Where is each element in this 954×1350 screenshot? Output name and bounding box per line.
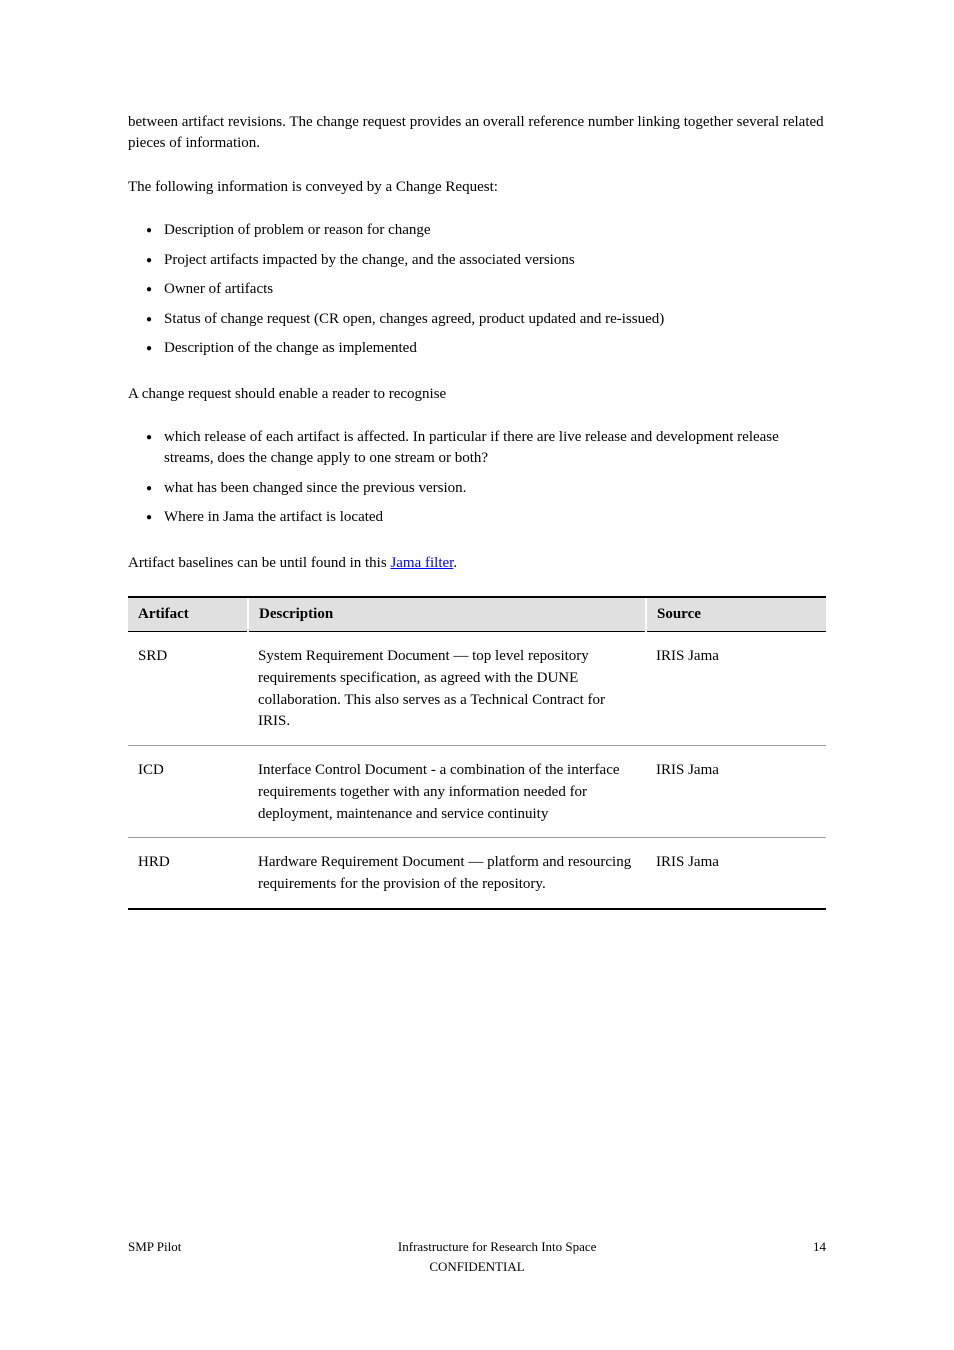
artifacts-table: Artifact Description Source SRD System R… xyxy=(128,596,826,910)
cr-enable-list: which release of each artifact is affect… xyxy=(128,427,826,529)
list-item: what has been changed since the previous… xyxy=(128,478,826,499)
cell-artifact: HRD xyxy=(128,838,248,909)
col-header-source: Source xyxy=(646,597,826,632)
table-caption-suffix: . xyxy=(453,555,457,571)
paragraph-1: between artifact revisions. The change r… xyxy=(128,112,826,155)
col-header-description: Description xyxy=(248,597,646,632)
table-header-row: Artifact Description Source xyxy=(128,597,826,632)
cell-artifact: SRD xyxy=(128,632,248,746)
list-item: Project artifacts impacted by the change… xyxy=(128,250,826,271)
cell-source: IRIS Jama xyxy=(646,838,826,909)
footer-left: SMP Pilot xyxy=(128,1237,181,1257)
paragraph-3: A change request should enable a reader … xyxy=(128,384,826,405)
paragraph-2: The following information is conveyed by… xyxy=(128,177,826,198)
jama-filter-link[interactable]: Jama filter xyxy=(390,555,453,571)
cell-source: IRIS Jama xyxy=(646,746,826,838)
list-item: Where in Jama the artifact is located xyxy=(128,507,826,528)
footer-center-2: CONFIDENTIAL xyxy=(128,1257,826,1277)
table-row: ICD Interface Control Document - a combi… xyxy=(128,746,826,838)
col-header-artifact: Artifact xyxy=(128,597,248,632)
footer-center-1: Infrastructure for Research Into Space xyxy=(181,1237,813,1257)
list-item: Description of the change as implemented xyxy=(128,338,826,359)
list-item: Owner of artifacts xyxy=(128,279,826,300)
list-item: which release of each artifact is affect… xyxy=(128,427,826,470)
cell-description: Hardware Requirement Document — platform… xyxy=(248,838,646,909)
list-item: Status of change request (CR open, chang… xyxy=(128,309,826,330)
cr-info-list: Description of problem or reason for cha… xyxy=(128,220,826,359)
cell-description: System Requirement Document — top level … xyxy=(248,632,646,746)
body-text: between artifact revisions. The change r… xyxy=(128,112,826,574)
cell-source: IRIS Jama xyxy=(646,632,826,746)
cell-description: Interface Control Document - a combinati… xyxy=(248,746,646,838)
table-caption: Artifact baselines can be until found in… xyxy=(128,553,826,574)
footer-right: 14 xyxy=(813,1237,826,1257)
table-row: HRD Hardware Requirement Document — plat… xyxy=(128,838,826,909)
cell-artifact: ICD xyxy=(128,746,248,838)
table-caption-prefix: Artifact baselines can be until found in… xyxy=(128,555,387,571)
page-footer: SMP Pilot Infrastructure for Research In… xyxy=(128,1237,826,1276)
table-row: SRD System Requirement Document — top le… xyxy=(128,632,826,746)
list-item: Description of problem or reason for cha… xyxy=(128,220,826,241)
